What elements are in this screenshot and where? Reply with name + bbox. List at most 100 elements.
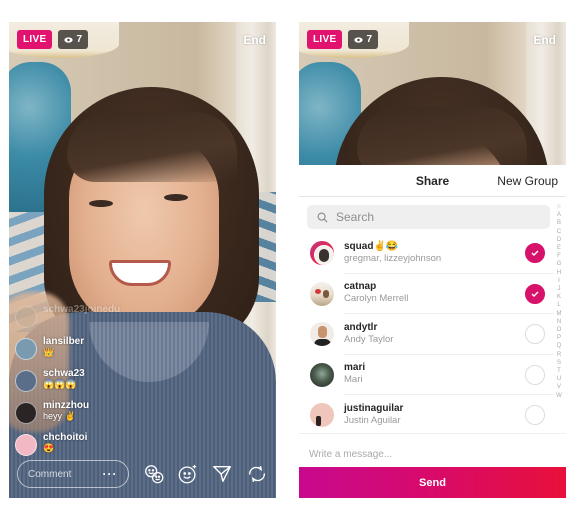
- alphabet-index-letter[interactable]: H: [557, 269, 561, 277]
- comment-message: heyy ✌: [43, 411, 76, 421]
- contact-name: squad✌😂: [344, 240, 399, 252]
- viewer-count-badge[interactable]: 7: [348, 30, 378, 49]
- comment-message: 👑: [43, 347, 55, 357]
- eye-icon: [354, 36, 364, 43]
- contact-subtitle: Justin Aguilar: [344, 415, 401, 427]
- message-input[interactable]: [309, 449, 556, 460]
- avatar[interactable]: [15, 434, 37, 456]
- contact-name: mari: [344, 362, 366, 374]
- avatar[interactable]: [15, 306, 37, 328]
- alphabet-index[interactable]: ☆ A B C D E F G H I J K L M N O P Q R S T U V W: [554, 203, 564, 400]
- share-live-screen: LIVE 7 End Share New Group squad✌😂 g: [299, 22, 566, 498]
- comment-item: schwa23joinedu: [15, 304, 165, 336]
- avatar: [310, 403, 334, 428]
- alphabet-index-letter[interactable]: D: [557, 236, 561, 244]
- alphabet-index-letter[interactable]: S: [557, 359, 561, 367]
- contact-row[interactable]: justinaguilar Justin Aguilar: [299, 395, 554, 436]
- alphabet-index-letter[interactable]: V: [557, 383, 561, 391]
- more-options-button[interactable]: ···: [103, 467, 118, 481]
- end-button[interactable]: End: [533, 33, 556, 47]
- contact-subtitle: gregmar, lizzeyjohnson: [344, 252, 442, 264]
- comment-feed: schwa23joinedu lansilber 👑 schwa23 😱😱😱 min…: [15, 304, 165, 464]
- alphabet-index-letter[interactable]: B: [557, 219, 561, 227]
- contact-row[interactable]: andytlr Andy Taylor: [299, 314, 554, 355]
- alphabet-index-letter[interactable]: P: [557, 334, 561, 342]
- contact-subtitle: Andy Taylor: [344, 333, 394, 345]
- top-bar: LIVE 7 End: [307, 30, 556, 49]
- share-sheet-header: Share New Group: [299, 165, 566, 197]
- contact-row[interactable]: squad✌😂 gregmar, lizzeyjohnson: [299, 233, 554, 274]
- comment-message: 😱😱😱: [43, 379, 77, 389]
- contact-row[interactable]: catnap Carolyn Merrell: [299, 274, 554, 314]
- alphabet-index-letter[interactable]: R: [557, 351, 561, 359]
- comment-item: minzzhou heyy ✌: [15, 400, 165, 432]
- alphabet-index-letter[interactable]: U: [557, 375, 561, 383]
- contact-name: catnap: [344, 281, 377, 293]
- comment-message: 😍: [43, 443, 55, 453]
- avatar: [310, 362, 334, 387]
- comment-input[interactable]: Comment ···: [17, 460, 129, 488]
- contact-subtitle: Carolyn Merrell: [344, 293, 409, 305]
- comment-username[interactable]: lansilber: [43, 336, 84, 347]
- viewer-count: 7: [76, 34, 82, 45]
- comment-username[interactable]: chchoitoi: [43, 432, 87, 443]
- new-group-button[interactable]: New Group: [497, 174, 558, 188]
- alphabet-index-letter[interactable]: Q: [557, 342, 562, 350]
- send-button[interactable]: Send: [299, 467, 566, 498]
- comment-item: lansilber 👑: [15, 336, 165, 368]
- live-badge: LIVE: [307, 30, 343, 49]
- group-avatar: [310, 241, 334, 266]
- contact-name: andytlr: [344, 321, 378, 333]
- faces-icon[interactable]: [143, 462, 165, 486]
- contact-subtitle: Mari: [344, 374, 363, 386]
- alphabet-index-letter[interactable]: C: [557, 228, 561, 236]
- avatar[interactable]: [15, 370, 37, 392]
- live-broadcast-screen: LIVE 7 End schwa23joinedu lansilber 👑 sch…: [9, 22, 276, 498]
- alphabet-index-letter[interactable]: G: [557, 260, 562, 268]
- top-bar: LIVE 7 End: [17, 30, 266, 49]
- alphabet-index-letter[interactable]: F: [557, 252, 561, 260]
- end-button[interactable]: End: [243, 33, 266, 47]
- alphabet-index-letter[interactable]: K: [557, 293, 561, 301]
- alphabet-index-letter[interactable]: W: [556, 392, 562, 400]
- search-bar[interactable]: [307, 205, 550, 229]
- viewer-count-badge[interactable]: 7: [58, 30, 88, 49]
- avatar[interactable]: [15, 402, 37, 424]
- flip-camera-icon[interactable]: [246, 462, 268, 486]
- face-effects-icon[interactable]: [177, 462, 199, 486]
- avatar: [310, 281, 334, 306]
- comment-username[interactable]: minzzhou: [43, 400, 89, 411]
- comment-username[interactable]: schwa23: [43, 368, 85, 379]
- contact-name: justinaguilar: [344, 403, 404, 415]
- avatar: [310, 322, 334, 347]
- alphabet-index-letter[interactable]: N: [557, 318, 561, 326]
- alphabet-index-letter[interactable]: O: [557, 326, 562, 334]
- share-title: Share: [415, 173, 450, 188]
- select-checkbox[interactable]: [525, 364, 545, 385]
- send-direct-icon[interactable]: [211, 462, 233, 486]
- alphabet-index-letter[interactable]: A: [557, 211, 561, 219]
- comment-username[interactable]: schwa23joinedu: [43, 304, 120, 315]
- checkmark-icon: [531, 250, 539, 257]
- select-checkbox[interactable]: [525, 283, 545, 304]
- alphabet-index-letter[interactable]: J: [558, 285, 561, 293]
- search-input[interactable]: [336, 210, 516, 224]
- eye-icon: [64, 36, 74, 43]
- message-area: [299, 433, 566, 467]
- share-sheet: Share New Group squad✌😂 gregmar, lizzeyj…: [299, 165, 566, 498]
- alphabet-index-letter[interactable]: E: [557, 244, 561, 252]
- viewer-count: 7: [366, 34, 372, 45]
- contact-list: squad✌😂 gregmar, lizzeyjohnson catnap Ca…: [299, 233, 554, 436]
- alphabet-index-letter[interactable]: ☆: [556, 203, 561, 211]
- comment-item: schwa23 😱😱😱: [15, 368, 165, 400]
- alphabet-index-letter[interactable]: L: [557, 301, 560, 309]
- bottom-toolbar: Comment ···: [17, 460, 268, 488]
- alphabet-index-letter[interactable]: M: [557, 310, 562, 318]
- checkmark-icon: [531, 291, 539, 297]
- live-badge: LIVE: [17, 30, 53, 49]
- contact-row[interactable]: mari Mari: [299, 355, 554, 395]
- alphabet-index-letter[interactable]: I: [558, 277, 560, 285]
- search-icon: [317, 212, 328, 223]
- alphabet-index-letter[interactable]: T: [557, 367, 561, 375]
- avatar[interactable]: [15, 338, 37, 360]
